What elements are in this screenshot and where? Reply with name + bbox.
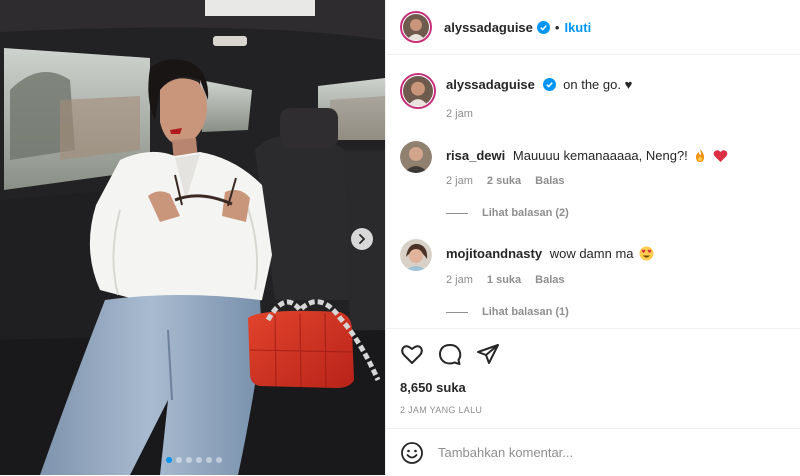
carousel-dots — [166, 457, 222, 463]
carousel-dot[interactable] — [206, 457, 212, 463]
action-icons — [400, 342, 500, 366]
add-comment-bar — [386, 428, 800, 476]
comment-input[interactable] — [436, 444, 740, 461]
comment-icon — [439, 344, 462, 365]
comments-list: alyssadaguise on the go. ♥ 2 jam risa_de… — [386, 55, 800, 327]
caption-row: alyssadaguise on the go. ♥ — [400, 73, 632, 109]
carousel-next-button[interactable] — [351, 228, 373, 250]
post-timestamp[interactable]: 2 JAM YANG LALU — [400, 405, 482, 415]
commenter-avatar[interactable] — [400, 141, 432, 173]
emoji-icon — [401, 441, 423, 464]
comment-time: 2 jam — [446, 274, 473, 286]
comment-row: mojitoandnasty wow damn ma — [400, 239, 654, 271]
likes-count[interactable]: 8,650 suka — [400, 380, 466, 395]
verified-icon — [536, 20, 550, 34]
carousel-dot[interactable] — [176, 457, 182, 463]
comment-meta: 2 jam 2 suka Balas — [446, 175, 565, 187]
emoji-picker-button[interactable] — [400, 441, 424, 465]
post-actions: 8,650 suka 2 JAM YANG LALU — [386, 328, 800, 415]
share-icon — [477, 344, 499, 364]
comment-body: wow damn ma — [549, 246, 634, 261]
comment-text: risa_dewi Mauuuu kemanaaaaa, Neng?! — [446, 148, 728, 173]
caption-username[interactable]: alyssadaguise — [446, 77, 535, 92]
carousel-dot[interactable] — [166, 457, 172, 463]
caption-body: on the go. ♥ — [563, 77, 633, 92]
comment-row: risa_dewi Mauuuu kemanaaaaa, Neng?! — [400, 141, 728, 173]
chevron-right-icon — [359, 234, 366, 244]
fire-emoji — [696, 149, 705, 162]
replies-line — [446, 311, 468, 313]
reply-button[interactable]: Balas — [535, 175, 564, 187]
photo-scene — [0, 0, 385, 475]
comment-username[interactable]: mojitoandnasty — [446, 246, 542, 261]
comment-text: mojitoandnasty wow damn ma — [446, 246, 654, 271]
carousel-dot[interactable] — [216, 457, 222, 463]
view-replies-button[interactable]: Lihat balasan (2) — [446, 207, 569, 219]
caption-time: 2 jam — [446, 108, 473, 120]
header-separator: • — [554, 19, 560, 35]
commenter-avatar[interactable] — [400, 239, 432, 271]
author-username[interactable]: alyssadaguise — [444, 20, 533, 35]
reply-button[interactable]: Balas — [535, 274, 564, 286]
view-replies-button[interactable]: Lihat balasan (1) — [446, 306, 569, 318]
comment-username[interactable]: risa_dewi — [446, 148, 505, 163]
comment-body: Mauuuu kemanaaaaa, Neng?! — [512, 148, 688, 163]
carousel-dot[interactable] — [186, 457, 192, 463]
replies-line — [446, 212, 468, 214]
post-photo[interactable] — [0, 0, 385, 475]
comment-likes[interactable]: 1 suka — [487, 274, 521, 286]
like-button[interactable] — [400, 342, 424, 366]
comment-button[interactable] — [438, 342, 462, 366]
comment-meta: 2 jam 1 suka Balas — [446, 274, 565, 286]
view-replies-label: Lihat balasan (1) — [482, 306, 569, 318]
heart-emoji — [713, 150, 728, 162]
comment-time: 2 jam — [446, 175, 473, 187]
post-side-panel: alyssadaguise • Ikuti alyssadaguise on t… — [385, 0, 800, 475]
caption-text: alyssadaguise on the go. ♥ — [446, 77, 632, 109]
share-button[interactable] — [476, 342, 500, 366]
verified-icon — [542, 78, 556, 91]
heart-eyes-emoji — [639, 246, 654, 261]
follow-button[interactable]: Ikuti — [564, 20, 591, 35]
author-avatar[interactable] — [400, 73, 436, 109]
view-replies-label: Lihat balasan (2) — [482, 207, 569, 219]
instagram-post: alyssadaguise • Ikuti alyssadaguise on t… — [0, 0, 800, 475]
comment-likes[interactable]: 2 suka — [487, 175, 521, 187]
author-avatar[interactable] — [400, 11, 432, 43]
caption-meta: 2 jam — [446, 108, 473, 120]
carousel-dot[interactable] — [196, 457, 202, 463]
heart-icon — [401, 345, 423, 364]
post-header: alyssadaguise • Ikuti — [386, 0, 800, 55]
